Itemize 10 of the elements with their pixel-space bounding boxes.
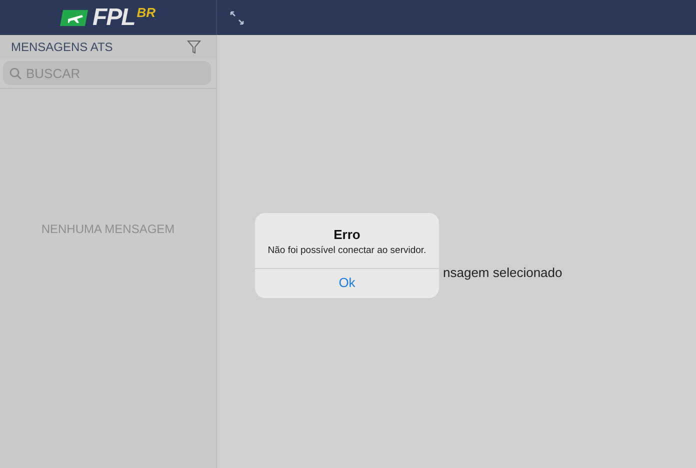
- empty-message: NENHUMA MENSAGEM: [41, 222, 175, 236]
- ok-button[interactable]: Ok: [255, 268, 439, 298]
- dialog-title: Erro: [334, 227, 360, 242]
- airplane-flag-icon: [60, 8, 90, 28]
- sidebar-title: MENSAGENS ATS: [11, 40, 113, 54]
- search-icon: [9, 67, 22, 80]
- no-selection-message: nsagem selecionado: [443, 265, 562, 280]
- dialog-message: Não foi possível conectar ao servidor.: [268, 245, 426, 256]
- expand-icon[interactable]: [230, 10, 244, 24]
- filter-icon[interactable]: [187, 40, 201, 54]
